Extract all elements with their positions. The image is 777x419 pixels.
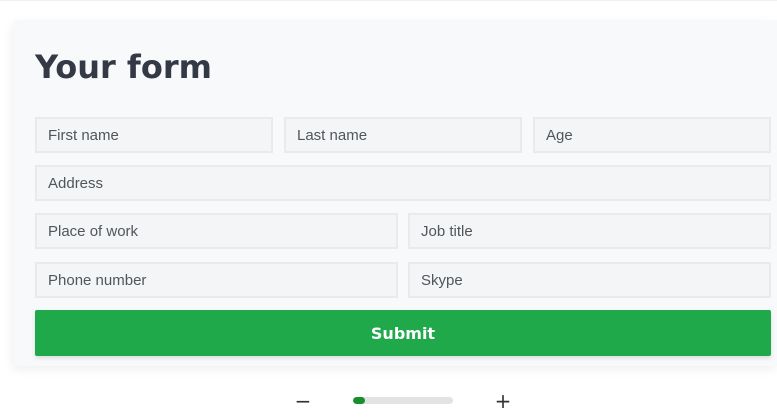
zoom-slider-fill — [353, 397, 365, 404]
place-of-work-field[interactable] — [35, 213, 398, 249]
zoom-out-button[interactable]: − — [291, 389, 315, 413]
address-field[interactable] — [35, 165, 771, 201]
last-name-field[interactable] — [284, 117, 522, 153]
first-name-field[interactable] — [35, 117, 273, 153]
zoom-in-button[interactable]: + — [491, 389, 515, 413]
submit-button[interactable]: Submit — [35, 310, 771, 356]
top-divider — [0, 0, 777, 1]
skype-field[interactable] — [408, 262, 771, 298]
job-title-field[interactable] — [408, 213, 771, 249]
age-field[interactable] — [533, 117, 771, 153]
zoom-slider[interactable] — [353, 397, 453, 404]
phone-number-field[interactable] — [35, 262, 398, 298]
form-title: Your form — [35, 48, 212, 86]
